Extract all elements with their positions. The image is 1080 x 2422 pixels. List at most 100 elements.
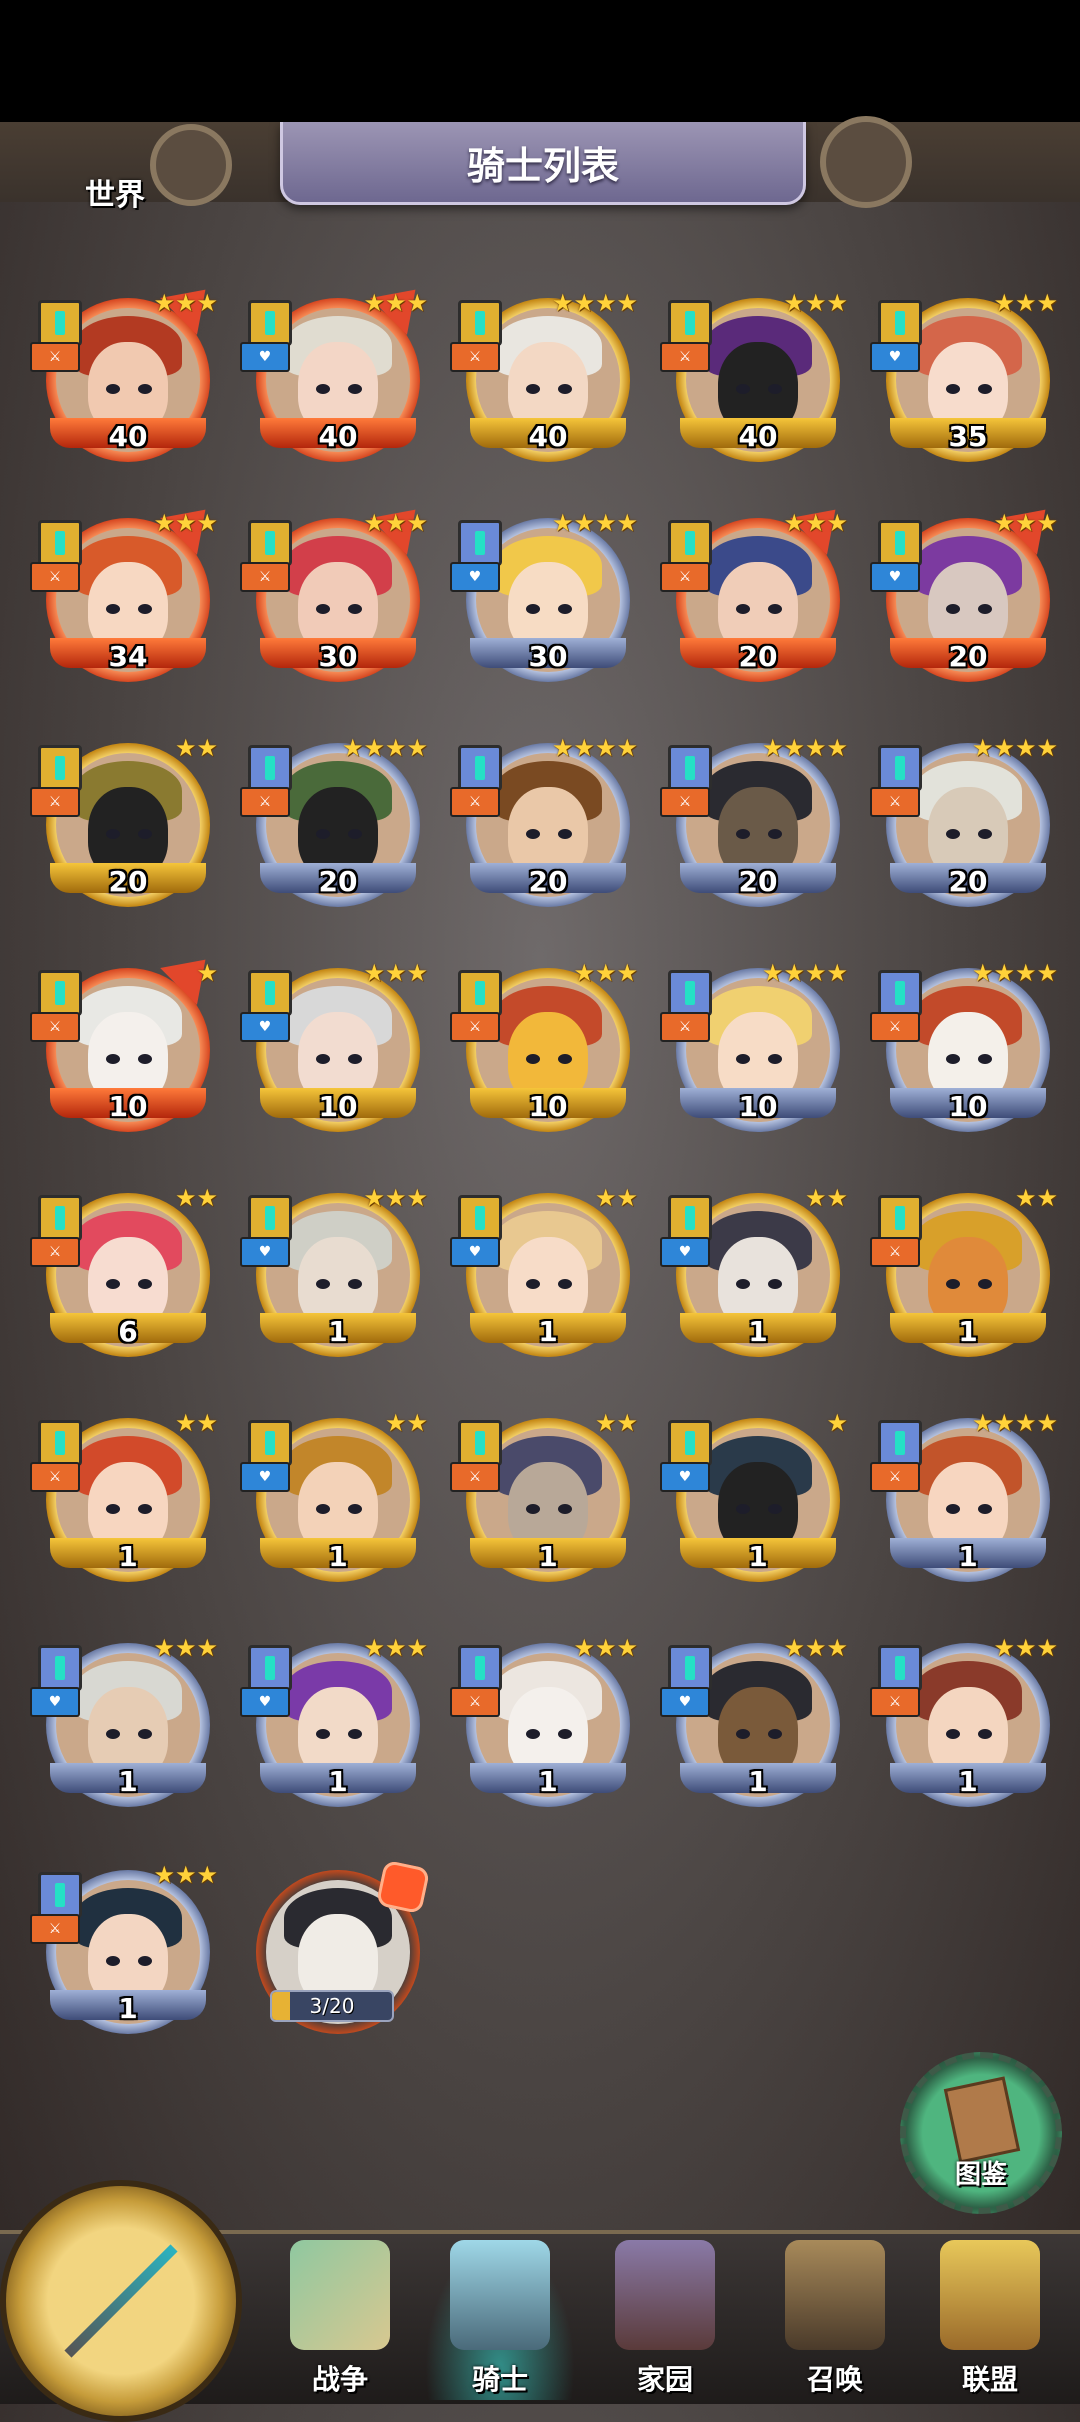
knight-card[interactable]: ★★★ ♥ 40 [240, 271, 434, 480]
knight-level: 1 [328, 1315, 348, 1348]
class-frame-icon [458, 1420, 502, 1466]
nav-world-label: 世界 [85, 178, 145, 213]
portrait-eye [138, 604, 152, 614]
sword-icon: ⚔ [240, 787, 290, 817]
knight-card[interactable]: ★★ ⚔ 1 [30, 1410, 220, 1600]
knight-card[interactable]: ★★★ ⚔ 10 [450, 960, 640, 1150]
portrait-eye [348, 604, 362, 614]
knight-card[interactable]: ★★★ ⚔ 1 [30, 1862, 220, 2052]
portrait-eye [558, 604, 572, 614]
class-frame-icon [38, 520, 82, 566]
knight-card[interactable]: ★★★ ⚔ 30 [240, 491, 434, 700]
knight-level: 1 [538, 1765, 558, 1798]
portrait-eye [558, 1504, 572, 1514]
page-title: 骑士列表 [280, 122, 806, 205]
knight-card[interactable]: ★★ ⚔ 1 [870, 1185, 1060, 1375]
class-frame-icon [248, 745, 292, 791]
knight-level: 1 [958, 1315, 978, 1348]
class-frame-icon [668, 1420, 712, 1466]
knight-level: 20 [738, 865, 778, 898]
heart-icon: ♥ [240, 1237, 290, 1267]
knight-card[interactable]: ★★★ ♥ 1 [660, 1635, 850, 1825]
sword-icon: ⚔ [660, 1012, 710, 1042]
knight-level: 20 [108, 865, 148, 898]
class-frame-icon [458, 300, 502, 346]
star-rating: ★★★ [153, 289, 218, 317]
knight-card[interactable]: ★★★ ⚔ 34 [30, 491, 224, 700]
heart-icon: ♥ [870, 562, 920, 592]
knight-card[interactable]: ★★★ ⚔ 40 [30, 271, 224, 480]
knight-card[interactable]: ★★★★ ⚔ 10 [870, 960, 1060, 1150]
knight-card[interactable]: ★★★ ♥ 1 [30, 1635, 220, 1825]
star-rating: ★★★★ [551, 289, 638, 317]
nav-summon[interactable]: 召唤 [760, 2240, 910, 2400]
portrait-eye [526, 384, 540, 394]
knight-card[interactable]: ★★ ⚔ 6 [30, 1185, 220, 1375]
portrait-eye [106, 384, 120, 394]
nav-battle[interactable]: 战争 [265, 2240, 415, 2400]
knight-level: 1 [538, 1540, 558, 1573]
knight-card[interactable]: ★ ♥ 1 [660, 1410, 850, 1600]
portrait-eye [946, 829, 960, 839]
portrait-eye [946, 1729, 960, 1739]
knight-card[interactable]: ★★★★ ⚔ 20 [660, 735, 850, 925]
nav-alliance[interactable]: 联盟 [915, 2240, 1065, 2400]
knight-level: 40 [318, 420, 358, 453]
class-frame-icon [38, 1872, 82, 1918]
portrait-eye [946, 1279, 960, 1289]
knight-card[interactable]: ★★ ♥ 1 [450, 1185, 640, 1375]
nav-knights[interactable]: 骑士 [425, 2240, 575, 2400]
knight-card[interactable]: ★ ⚔ 10 [30, 941, 224, 1150]
knight-card[interactable]: ★★★ ♥ 10 [240, 960, 430, 1150]
portrait-eye [316, 1729, 330, 1739]
portrait-eye [316, 384, 330, 394]
knight-level: 20 [948, 640, 988, 673]
star-rating: ★★ [594, 1184, 638, 1212]
nav-world-compass[interactable] [0, 2180, 242, 2422]
knight-card[interactable]: ★★★★ ⚔ 20 [240, 735, 430, 925]
knight-card[interactable]: ★★★★ ⚔ 20 [870, 735, 1060, 925]
portrait-eye [138, 1729, 152, 1739]
portrait-eye [768, 829, 782, 839]
sword-icon: ⚔ [660, 342, 710, 372]
locked-knight-card[interactable]: 3/20 [240, 1859, 431, 2052]
star-rating: ★★★ [783, 509, 848, 537]
star-rating: ★★★ [783, 1634, 848, 1662]
knight-card[interactable]: ★★★ ♥ 35 [870, 290, 1060, 480]
knight-card[interactable]: ★★★★ ⚔ 1 [870, 1410, 1060, 1600]
knight-card[interactable]: ★★★ ♥ 20 [870, 491, 1064, 700]
knight-card[interactable]: ★★ ⚔ 20 [30, 735, 220, 925]
portrait-eye [946, 1504, 960, 1514]
portrait-eye [768, 1054, 782, 1064]
knight-card[interactable]: ★★★★ ⚔ 40 [450, 290, 640, 480]
knight-card[interactable]: ★★ ♥ 1 [660, 1185, 850, 1375]
knight-card[interactable]: ★★★★ ⚔ 20 [450, 735, 640, 925]
knight-card[interactable]: ★★★ ♥ 1 [240, 1185, 430, 1375]
sword-icon: ⚔ [30, 787, 80, 817]
portrait-eye [316, 1279, 330, 1289]
nav-knights-label: 骑士 [471, 2363, 528, 2396]
status-bar [0, 0, 1080, 122]
knight-card[interactable]: ★★★ ⚔ 40 [660, 290, 850, 480]
portrait-eye [978, 1054, 992, 1064]
knight-card[interactable]: ★★ ⚔ 1 [450, 1410, 640, 1600]
knight-card[interactable]: ★★★ ♥ 1 [240, 1635, 430, 1825]
portrait-eye [978, 384, 992, 394]
knight-card[interactable]: ★★★ ⚔ 20 [660, 491, 854, 700]
sword-icon: ⚔ [660, 787, 710, 817]
star-rating: ★★★★ [971, 959, 1058, 987]
knight-card[interactable]: ★★★ ⚔ 1 [450, 1635, 640, 1825]
codex-button[interactable]: 图鉴 [900, 2052, 1062, 2214]
star-rating: ★★★★ [761, 734, 848, 762]
portrait-eye [348, 1054, 362, 1064]
knight-card[interactable]: ★★★ ⚔ 1 [870, 1635, 1060, 1825]
sword-icon: ⚔ [30, 562, 80, 592]
knight-card[interactable]: ★★★★ ♥ 30 [450, 510, 640, 700]
portrait-eye [106, 1054, 120, 1064]
star-rating: ★★ [594, 1409, 638, 1437]
book-icon [943, 2076, 1021, 2164]
portrait-eye [316, 829, 330, 839]
nav-home[interactable]: 家园 [590, 2240, 740, 2400]
knight-card[interactable]: ★★ ♥ 1 [240, 1410, 430, 1600]
knight-card[interactable]: ★★★★ ⚔ 10 [660, 960, 850, 1150]
